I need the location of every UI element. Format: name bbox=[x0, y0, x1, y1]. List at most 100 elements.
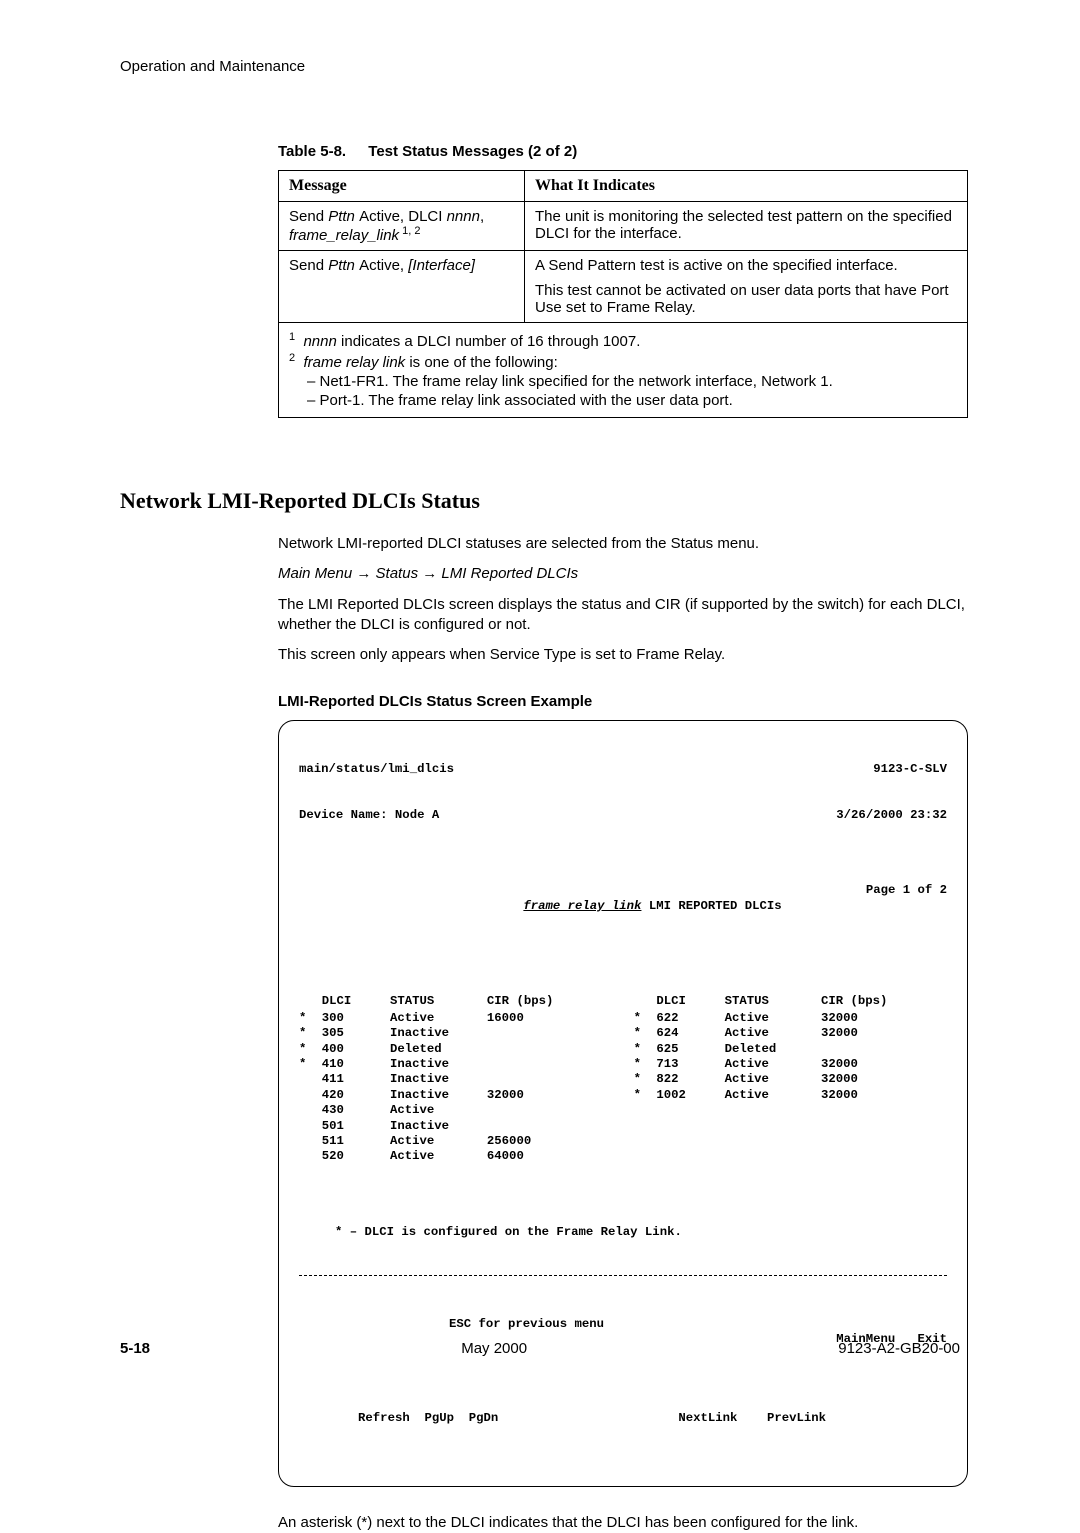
term-status: Inactive bbox=[390, 1088, 487, 1103]
table-row: Send Pttn Active, [Interface] A Send Pat… bbox=[279, 251, 968, 323]
after-terminal-note: An asterisk (*) next to the DLCI indicat… bbox=[278, 1513, 968, 1533]
nav-path: Main Menu → Status → LMI Reported DLCIs bbox=[278, 564, 968, 584]
terminal-path: main/status/lmi_dlcis bbox=[299, 762, 454, 777]
term-status bbox=[725, 1149, 821, 1164]
terminal-timestamp: 3/26/2000 23:32 bbox=[836, 808, 947, 823]
term-mark: * bbox=[299, 1026, 322, 1041]
term-dlci: 520 bbox=[322, 1149, 390, 1164]
terminal-nextlink: NextLink bbox=[678, 1411, 737, 1425]
terminal-row: 511Active256000 bbox=[299, 1134, 947, 1149]
indicates-paragraph: A Send Pattern test is active on the spe… bbox=[535, 257, 957, 274]
footnote-italic: nnnn bbox=[303, 333, 341, 350]
term-mark bbox=[299, 1072, 322, 1087]
term-cir bbox=[487, 1119, 615, 1134]
col-header-message: Message bbox=[279, 171, 525, 202]
terminal-note: * – DLCI is configured on the Frame Rela… bbox=[335, 1225, 947, 1240]
terminal-pgup: PgUp bbox=[424, 1411, 454, 1425]
term-mark bbox=[299, 1088, 322, 1103]
footnotes-cell: 1 nnnn indicates a DLCI number of 16 thr… bbox=[279, 323, 968, 418]
msg-text: Send bbox=[289, 257, 328, 274]
footnote-sup: 1 bbox=[289, 331, 295, 343]
terminal-row: 520Active64000 bbox=[299, 1149, 947, 1164]
term-mark bbox=[634, 1103, 657, 1118]
term-dlci bbox=[656, 1103, 724, 1118]
section-body: Network LMI-reported DLCI statuses are s… bbox=[278, 534, 968, 710]
term-status: Active bbox=[725, 1026, 821, 1041]
msg-italic: [Interface] bbox=[408, 257, 475, 274]
page-footer: 5-18 May 2000 9123-A2-GB20-00 bbox=[120, 1340, 960, 1357]
table-caption-title: Test Status Messages (2 of 2) bbox=[368, 143, 577, 160]
col-header-indicates: What It Indicates bbox=[525, 171, 968, 202]
term-dlci bbox=[656, 1119, 724, 1134]
term-mark bbox=[299, 1149, 322, 1164]
terminal-row: 420Inactive32000*1002Active32000 bbox=[299, 1088, 947, 1103]
body-paragraph: The LMI Reported DLCIs screen displays t… bbox=[278, 595, 968, 636]
term-cir: 32000 bbox=[821, 1088, 947, 1103]
term-status: Deleted bbox=[725, 1042, 821, 1057]
message-cell: Send Pttn Active, [Interface] bbox=[279, 251, 525, 323]
term-status: Active bbox=[725, 1057, 821, 1072]
running-header: Operation and Maintenance bbox=[120, 58, 960, 75]
terminal-divider bbox=[299, 1275, 947, 1276]
term-col-dlci: DLCI bbox=[322, 994, 390, 1011]
indicates-paragraph: This test cannot be activated on user da… bbox=[535, 282, 957, 316]
term-mark bbox=[299, 1134, 322, 1149]
msg-text: Active, DLCI bbox=[359, 208, 447, 225]
term-cir bbox=[821, 1134, 947, 1149]
term-dlci: 625 bbox=[656, 1042, 724, 1057]
term-dlci: 501 bbox=[322, 1119, 390, 1134]
term-gap bbox=[615, 1119, 633, 1134]
term-status bbox=[725, 1103, 821, 1118]
terminal-title: frame relay link LMI REPORTED DLCIs bbox=[464, 883, 781, 929]
term-gap bbox=[615, 1149, 633, 1164]
term-cir bbox=[821, 1119, 947, 1134]
nav-segment: Main Menu bbox=[278, 565, 356, 582]
footnote-subitem: – Net1-FR1. The frame relay link specifi… bbox=[307, 373, 957, 390]
term-status: Deleted bbox=[390, 1042, 487, 1057]
term-gap bbox=[615, 1088, 633, 1103]
terminal-row: *305Inactive*624Active32000 bbox=[299, 1026, 947, 1041]
terminal-prevlink: PrevLink bbox=[767, 1411, 826, 1425]
terminal-row: 501Inactive bbox=[299, 1119, 947, 1134]
arrow-icon: → bbox=[422, 565, 437, 582]
term-dlci: 300 bbox=[322, 1011, 390, 1026]
body-paragraph: This screen only appears when Service Ty… bbox=[278, 645, 968, 665]
term-dlci bbox=[656, 1134, 724, 1149]
term-dlci: 411 bbox=[322, 1072, 390, 1087]
term-dlci: 420 bbox=[322, 1088, 390, 1103]
term-cir: 64000 bbox=[487, 1149, 615, 1164]
terminal-title-link: frame relay link bbox=[523, 899, 641, 913]
indicates-cell: The unit is monitoring the selected test… bbox=[525, 202, 968, 251]
msg-italic: frame_relay_link bbox=[289, 227, 399, 244]
term-dlci: 713 bbox=[656, 1057, 724, 1072]
msg-italic: Pttn bbox=[328, 208, 359, 225]
term-cir: 32000 bbox=[821, 1072, 947, 1087]
footnote-subitem: – Port-1. The frame relay link associate… bbox=[307, 392, 957, 409]
term-status: Active bbox=[725, 1088, 821, 1103]
footer-date: May 2000 bbox=[461, 1340, 527, 1357]
term-cir: 32000 bbox=[821, 1011, 947, 1026]
term-status: Active bbox=[390, 1149, 487, 1164]
terminal-row: *410Inactive*713Active32000 bbox=[299, 1057, 947, 1072]
term-cir bbox=[821, 1042, 947, 1057]
term-gap bbox=[615, 1057, 633, 1072]
section-heading: Network LMI-Reported DLCIs Status bbox=[120, 488, 960, 514]
terminal-page-info: Page 1 of 2 bbox=[782, 883, 947, 929]
term-cir: 32000 bbox=[821, 1057, 947, 1072]
term-dlci bbox=[656, 1149, 724, 1164]
term-dlci: 822 bbox=[656, 1072, 724, 1087]
term-dlci: 410 bbox=[322, 1057, 390, 1072]
terminal-row: *400Deleted*625Deleted bbox=[299, 1042, 947, 1057]
terminal-title-rest: LMI REPORTED DLCIs bbox=[641, 899, 781, 913]
term-mark bbox=[634, 1149, 657, 1164]
footnote-text: indicates a DLCI number of 16 through 10… bbox=[341, 333, 640, 350]
term-mark: * bbox=[299, 1042, 322, 1057]
footnote-italic: frame relay link bbox=[303, 354, 409, 371]
msg-italic: nnnn bbox=[447, 208, 480, 225]
term-gap bbox=[615, 1026, 633, 1041]
terminal-device-name: Device Name: Node A bbox=[299, 808, 439, 823]
term-cir bbox=[487, 1072, 615, 1087]
terminal-model: 9123-C-SLV bbox=[873, 762, 947, 777]
term-gap bbox=[615, 1072, 633, 1087]
term-status: Active bbox=[725, 1011, 821, 1026]
